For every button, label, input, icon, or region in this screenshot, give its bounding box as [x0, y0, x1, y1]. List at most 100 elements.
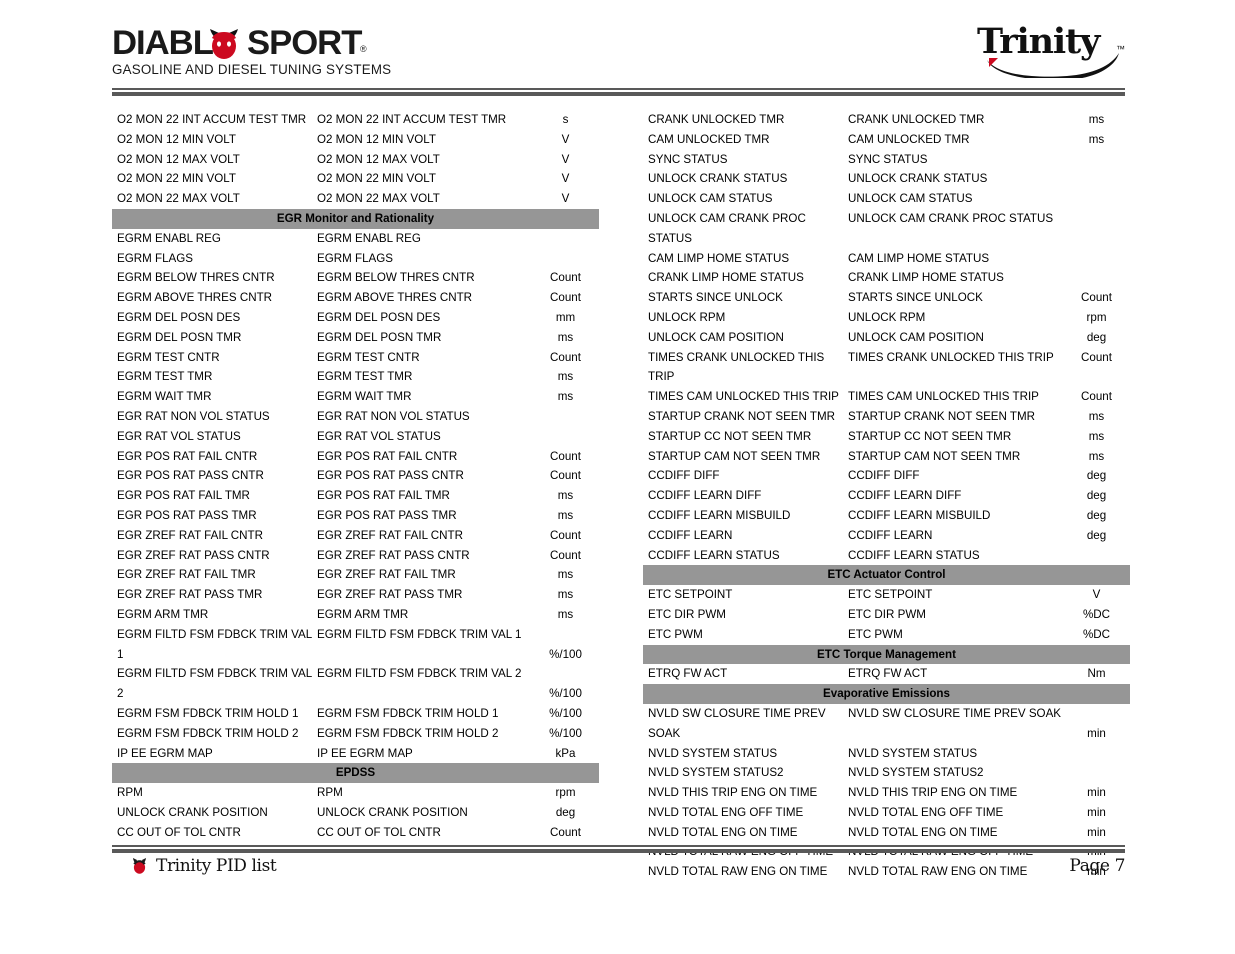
pid-description-cell: STARTS SINCE UNLOCK — [848, 291, 983, 305]
pid-name-cell: STARTS SINCE UNLOCK — [648, 291, 783, 305]
pid-name-cell: UNLOCK CRANK STATUS — [648, 172, 788, 186]
pid-description-cell: EGRM BELOW THRES CNTR — [317, 271, 475, 285]
pid-unit-cell: Count — [550, 271, 581, 285]
pid-name-cell: EGRM FILTD FSM FDBCK TRIM VAL 2 — [117, 667, 312, 701]
table-row: EGRM DEL POSN DES EGRM DEL POSN DES mm — [112, 308, 599, 328]
section-header-label: EGR Monitor and Rationality — [112, 208, 599, 229]
table-row: ETC DIR PWM ETC DIR PWM %DC — [643, 605, 1130, 625]
footer-left-group: Trinity PID list — [132, 856, 277, 876]
pid-description-cell: STARTUP CAM NOT SEEN TMR — [848, 449, 1021, 463]
pid-unit-cell: %/100 — [549, 706, 582, 720]
pid-name-cell: NVLD TOTAL ENG OFF TIME — [648, 805, 804, 819]
pid-unit-cell: min — [1087, 726, 1106, 740]
right-column: CRANK UNLOCKED TMR CRANK UNLOCKED TMR ms CA… — [643, 110, 1130, 882]
section-header-label: EPDSS — [112, 763, 599, 784]
pid-name-cell: O2 MON 22 MIN VOLT — [117, 172, 236, 186]
pid-name-cell: CAM LIMP HOME STATUS — [648, 251, 790, 265]
pid-unit-cell: ms — [1088, 132, 1105, 146]
pid-unit-cell — [1063, 169, 1130, 189]
pid-unit-cell — [1063, 189, 1130, 209]
table-row: CAM UNLOCKED TMR CAM UNLOCKED TMR ms — [643, 130, 1130, 150]
diablosport-wordmark: DIABL SPORT ® — [112, 26, 412, 60]
pid-unit-cell — [1063, 744, 1130, 764]
pid-unit-cell: Count — [550, 449, 581, 463]
pid-description-cell: EGR POS RAT PASS TMR — [317, 508, 457, 522]
devil-head-icon — [207, 27, 241, 60]
section-header-row: Evaporative Emissions — [643, 684, 1130, 704]
pid-description-cell: UNLOCK CAM POSITION — [848, 330, 984, 344]
pid-description-cell: O2 MON 12 MAX VOLT — [317, 152, 440, 166]
pid-name-cell: CCDIFF DIFF — [648, 469, 720, 483]
table-row: UNLOCK CAM POSITION UNLOCK CAM POSITION de… — [643, 328, 1130, 348]
pid-unit-cell: ms — [557, 390, 574, 404]
pid-unit-cell — [532, 229, 599, 249]
pid-unit-cell — [532, 427, 599, 447]
pid-description-cell: EGR POS RAT PASS CNTR — [317, 469, 464, 483]
pid-unit-cell: Count — [550, 291, 581, 305]
section-header-row: ETC Actuator Control — [643, 565, 1130, 586]
pid-unit-cell: min — [1087, 786, 1106, 800]
table-row: CCDIFF DIFF CCDIFF DIFF deg — [643, 466, 1130, 486]
table-row: CRANK UNLOCKED TMR CRANK UNLOCKED TMR ms — [643, 110, 1130, 130]
pid-description-cell: EGRM ABOVE THRES CNTR — [317, 291, 473, 305]
table-row: EGR POS RAT PASS TMR EGR POS RAT PASS TMR… — [112, 506, 599, 526]
pid-unit-cell: mm — [555, 310, 576, 324]
table-row: EGRM FILTD FSM FDBCK TRIM VAL 1 EGRM FILT… — [112, 625, 599, 665]
table-row: NVLD SW CLOSURE TIME PREV SOAK NVLD SW CL… — [643, 704, 1130, 744]
pid-description-cell: ETC DIR PWM — [848, 607, 926, 621]
table-row: NVLD TOTAL ENG OFF TIME NVLD TOTAL ENG OF… — [643, 803, 1130, 823]
pid-unit-cell: Count — [550, 350, 581, 364]
pid-unit-cell: Nm — [1087, 667, 1106, 681]
pid-description-cell: EGRM FSM FDBCK TRIM HOLD 2 — [317, 726, 499, 740]
pid-name-cell: EGRM WAIT TMR — [117, 390, 212, 404]
pid-name-cell: EGR ZREF RAT FAIL CNTR — [117, 528, 264, 542]
pid-unit-cell: Count — [1081, 390, 1112, 404]
pid-name-cell: EGRM FSM FDBCK TRIM HOLD 1 — [117, 706, 299, 720]
pid-unit-cell: Count — [1081, 291, 1112, 305]
table-row: TIMES CAM UNLOCKED THIS TRIP TIMES CAM UN… — [643, 387, 1130, 407]
table-row: EGR RAT VOL STATUS EGR RAT VOL STATUS — [112, 427, 599, 447]
pid-name-cell: O2 MON 12 MAX VOLT — [117, 152, 240, 166]
pid-description-cell: SYNC STATUS — [848, 152, 928, 166]
pid-description-cell: CAM LIMP HOME STATUS — [848, 251, 990, 265]
pid-name-cell: IP EE EGRM MAP — [117, 746, 213, 760]
table-row: EGR RAT NON VOL STATUS EGR RAT NON VOL ST… — [112, 407, 599, 427]
pid-unit-cell — [1063, 268, 1130, 288]
pid-unit-cell: deg — [1086, 469, 1107, 483]
table-row: RPM RPM rpm — [112, 783, 599, 803]
pid-description-cell: UNLOCK CRANK STATUS — [848, 172, 988, 186]
pid-description-cell: EGRM FILTD FSM FDBCK TRIM VAL 2 — [317, 667, 522, 681]
pid-name-cell: EGR ZREF RAT PASS TMR — [117, 588, 263, 602]
section-header-row: EPDSS — [112, 763, 599, 784]
pid-name-cell: ETC SETPOINT — [648, 588, 733, 602]
pid-name-cell: EGRM DEL POSN TMR — [117, 330, 242, 344]
pid-name-cell: ETRQ FW ACT — [648, 667, 728, 681]
pid-name-cell: CCDIFF LEARN MISBUILD — [648, 508, 791, 522]
pid-description-cell: ETC PWM — [848, 627, 903, 641]
pid-name-cell: NVLD TOTAL ENG ON TIME — [648, 825, 798, 839]
pid-unit-cell: Count — [550, 548, 581, 562]
pid-unit-cell: V — [1092, 588, 1101, 602]
table-row: EGR ZREF RAT FAIL CNTR EGR ZREF RAT FAIL … — [112, 526, 599, 546]
pid-description-cell: CAM UNLOCKED TMR — [848, 132, 970, 146]
table-row: EGRM ENABL REG EGRM ENABL REG — [112, 229, 599, 249]
pid-unit-cell: min — [1087, 805, 1106, 819]
pid-name-cell: NVLD SYSTEM STATUS2 — [648, 766, 784, 780]
pid-description-cell: EGRM TEST TMR — [317, 370, 413, 384]
table-row: O2 MON 22 MAX VOLT O2 MON 22 MAX VOLT V — [112, 189, 599, 209]
table-row: CAM LIMP HOME STATUS CAM LIMP HOME STATUS — [643, 249, 1130, 269]
pid-name-cell: EGRM ABOVE THRES CNTR — [117, 291, 273, 305]
pid-name-cell: EGRM FLAGS — [117, 251, 194, 265]
pid-description-cell: CCDIFF LEARN DIFF — [848, 489, 962, 503]
pid-description-cell: ETC SETPOINT — [848, 588, 933, 602]
pid-unit-cell: rpm — [555, 786, 576, 800]
document-page: DIABL SPORT ® GASOLINE AND DIESEL TUNING… — [0, 0, 1235, 954]
pid-name-cell: TIMES CAM UNLOCKED THIS TRIP — [648, 390, 839, 404]
pid-description-cell: CCDIFF LEARN STATUS — [848, 548, 980, 562]
pid-name-cell: RPM — [117, 786, 143, 800]
table-row: ETC SETPOINT ETC SETPOINT V — [643, 585, 1130, 605]
pid-description-cell: O2 MON 22 INT ACCUM TEST TMR — [317, 113, 507, 126]
pid-description-cell: RPM — [317, 786, 343, 800]
table-row: UNLOCK CRANK POSITION UNLOCK CRANK POSITI… — [112, 803, 599, 823]
pid-name-cell: TIMES CRANK UNLOCKED THIS TRIP — [648, 350, 825, 384]
